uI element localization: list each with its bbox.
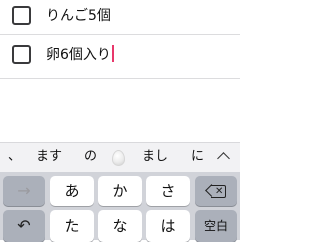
key-ha[interactable]: は xyxy=(146,210,190,242)
key-a[interactable]: あ xyxy=(50,176,94,206)
next-char-key[interactable]: → xyxy=(3,176,45,206)
suggestion[interactable]: ます xyxy=(36,149,62,165)
item-text[interactable]: 卵6個入り xyxy=(46,47,111,63)
delete-key[interactable]: ✕ xyxy=(195,176,237,206)
delete-icon: ✕ xyxy=(204,184,226,198)
suggestion[interactable]: 、 xyxy=(8,149,21,165)
chevron-up-icon[interactable] xyxy=(217,152,230,165)
divider xyxy=(0,34,240,35)
egg-emoji-icon[interactable] xyxy=(112,150,125,166)
key-sa[interactable]: さ xyxy=(146,176,190,206)
space-key[interactable]: 空白 xyxy=(195,210,237,242)
key-ka[interactable]: か xyxy=(98,176,142,206)
japanese-keyboard: → あ か さ ✕ ↶ た な は 空白 xyxy=(0,172,240,242)
key-na[interactable]: な xyxy=(98,210,142,242)
suggestion-bar: 、 ます の まし に xyxy=(0,142,240,172)
undo-icon: ↶ xyxy=(17,216,31,235)
suggestion[interactable]: まし xyxy=(142,149,168,165)
undo-key[interactable]: ↶ xyxy=(3,210,45,242)
suggestion[interactable]: に xyxy=(191,149,204,165)
list-item[interactable]: りんご5個 xyxy=(0,0,240,32)
suggestion[interactable]: の xyxy=(84,149,97,165)
item-text-editing[interactable]: 卵6個入り xyxy=(46,45,114,65)
item-text[interactable]: りんご5個 xyxy=(46,6,111,26)
list-item[interactable]: 卵6個入り xyxy=(0,39,240,71)
key-ta[interactable]: た xyxy=(50,210,94,242)
arrow-right-icon: → xyxy=(17,181,31,200)
divider xyxy=(0,78,240,79)
text-cursor xyxy=(111,45,114,62)
checkbox[interactable] xyxy=(12,45,31,64)
checkbox[interactable] xyxy=(12,6,31,25)
